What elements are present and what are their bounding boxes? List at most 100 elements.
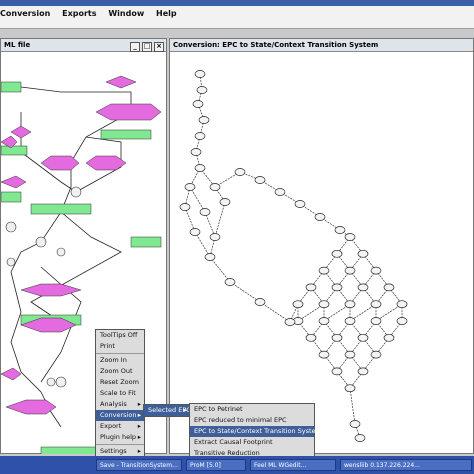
- state-node[interactable]: [357, 249, 369, 258]
- state-node[interactable]: [196, 86, 208, 94]
- chevron-right-icon: ▸: [137, 422, 141, 430]
- state-node[interactable]: [331, 283, 343, 292]
- state-node[interactable]: [344, 233, 356, 241]
- menu-item-settings-label: Settings: [100, 447, 127, 455]
- state-node[interactable]: [383, 333, 395, 342]
- transition-window-title: Conversion: EPC to State/Context Transit…: [173, 41, 379, 49]
- state-node[interactable]: [357, 333, 369, 342]
- state-node[interactable]: [334, 226, 346, 234]
- state-node[interactable]: [396, 300, 408, 309]
- state-node[interactable]: [383, 283, 395, 292]
- menu-item-analysis[interactable]: Analysis ▸: [96, 399, 144, 410]
- menu-item-reset-zoom[interactable]: Reset Zoom: [96, 377, 144, 388]
- menu-item-zoom-in[interactable]: Zoom In: [96, 355, 144, 366]
- state-node[interactable]: [318, 317, 330, 325]
- transition-edge: [259, 301, 291, 323]
- state-node[interactable]: [344, 266, 356, 275]
- state-node[interactable]: [318, 350, 330, 359]
- state-node[interactable]: [357, 283, 369, 292]
- state-node[interactable]: [344, 300, 356, 309]
- state-node[interactable]: [190, 148, 202, 156]
- transition-edges: [184, 73, 403, 439]
- close-icon[interactable]: ×: [154, 42, 164, 52]
- state-node[interactable]: [331, 367, 343, 376]
- menu-item-export-label: Export: [100, 422, 122, 430]
- submenu-epc-conversions: EPC to Petrinet EPC reduced to minimal E…: [189, 403, 322, 460]
- title-strip: [0, 0, 474, 6]
- state-node[interactable]: [192, 100, 204, 108]
- menu-item-export[interactable]: Export ▸: [96, 421, 144, 432]
- menu-item-selected-epc[interactable]: Selected EPC ▸: [144, 405, 191, 416]
- state-node[interactable]: [209, 233, 221, 241]
- state-node[interactable]: [314, 213, 326, 221]
- state-node[interactable]: [370, 350, 382, 359]
- taskbar-item[interactable]: wensliib 0.137.226.224...: [340, 459, 472, 471]
- menu-conversion[interactable]: Conversion: [0, 9, 50, 18]
- menu-separator: [96, 353, 144, 354]
- chevron-right-icon: ▸: [137, 411, 141, 419]
- state-node[interactable]: [370, 266, 382, 275]
- state-node[interactable]: [209, 183, 221, 191]
- state-node[interactable]: [254, 176, 266, 184]
- context-menu: ToolTips Off Print Zoom In Zoom Out Rese…: [95, 329, 145, 458]
- menu-item-extract-causal-footprint[interactable]: Extract Causal Footprint: [190, 437, 314, 448]
- state-node[interactable]: [194, 70, 206, 78]
- state-node[interactable]: [198, 116, 210, 124]
- menu-item-zoom-out[interactable]: Zoom Out: [96, 366, 144, 377]
- state-node[interactable]: [370, 317, 382, 325]
- state-node[interactable]: [194, 164, 206, 172]
- state-node[interactable]: [194, 132, 206, 140]
- state-node[interactable]: [234, 168, 246, 176]
- menu-item-conversion[interactable]: Conversion ▸: [96, 410, 144, 421]
- state-node[interactable]: [396, 317, 408, 325]
- menu-item-conversion-label: Conversion: [100, 411, 137, 419]
- menu-exports[interactable]: Exports: [62, 9, 96, 18]
- state-node[interactable]: [274, 188, 286, 196]
- state-node[interactable]: [318, 300, 330, 309]
- transition-edge: [194, 231, 211, 258]
- menu-separator: [96, 444, 144, 445]
- state-node[interactable]: [331, 249, 343, 258]
- state-node[interactable]: [189, 228, 201, 236]
- maximize-icon[interactable]: □: [142, 42, 152, 52]
- state-node[interactable]: [224, 278, 236, 286]
- taskbar-item[interactable]: Feel ML WGedit...: [250, 459, 336, 471]
- menu-item-scale-to-fit[interactable]: Scale to Fit: [96, 388, 144, 399]
- taskbar-item[interactable]: Save - TransitionSystem...: [96, 459, 182, 471]
- menu-item-tooltips-off[interactable]: ToolTips Off: [96, 330, 144, 341]
- state-node[interactable]: [305, 283, 317, 292]
- state-node[interactable]: [331, 333, 343, 342]
- menu-help[interactable]: Help: [156, 9, 177, 18]
- state-node[interactable]: [184, 183, 196, 191]
- state-node[interactable]: [284, 318, 296, 326]
- state-node[interactable]: [204, 253, 216, 261]
- state-node[interactable]: [254, 298, 266, 306]
- menu-item-epc-to-transition-system[interactable]: EPC to State/Context Transition System: [190, 426, 322, 437]
- state-node[interactable]: [344, 350, 356, 359]
- menu-window[interactable]: Window: [108, 9, 144, 18]
- state-node[interactable]: [354, 434, 366, 442]
- state-node[interactable]: [179, 203, 191, 211]
- state-node[interactable]: [199, 208, 211, 216]
- state-node[interactable]: [344, 317, 356, 325]
- chevron-right-icon: ▸: [137, 433, 141, 441]
- menu-item-epc-to-petrinet[interactable]: EPC to Petrinet: [190, 404, 314, 415]
- state-nodes: [179, 70, 408, 442]
- minimize-icon[interactable]: _: [130, 42, 140, 52]
- state-node[interactable]: [344, 384, 356, 393]
- state-node[interactable]: [318, 266, 330, 275]
- state-node[interactable]: [292, 300, 304, 309]
- menu-item-print[interactable]: Print: [96, 341, 144, 352]
- transition-edge: [229, 281, 261, 303]
- state-node[interactable]: [219, 198, 231, 206]
- state-node[interactable]: [370, 300, 382, 309]
- menu-item-analysis-label: Analysis: [100, 400, 127, 408]
- menu-item-plugin-help[interactable]: Plugin help ▸: [96, 432, 144, 443]
- state-node[interactable]: [349, 420, 361, 428]
- taskbar-item[interactable]: ProM [5.0]: [186, 459, 246, 471]
- taskbar: Save - TransitionSystem... ProM [5.0] Fe…: [0, 456, 474, 474]
- state-node[interactable]: [294, 200, 306, 208]
- menu-item-epc-reduced[interactable]: EPC reduced to minimal EPC: [190, 415, 314, 426]
- state-node[interactable]: [305, 333, 317, 342]
- state-node[interactable]: [357, 367, 369, 376]
